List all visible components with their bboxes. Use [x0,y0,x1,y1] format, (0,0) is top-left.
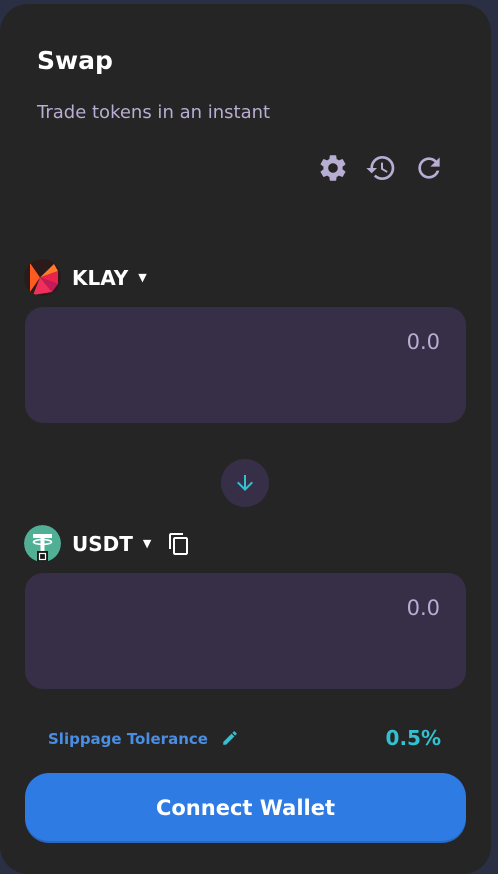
copy-icon[interactable] [167,532,191,556]
page-subtitle: Trade tokens in an instant [37,102,271,123]
from-amount-input[interactable] [138,329,442,355]
refresh-icon [418,157,440,179]
history-button[interactable] [362,151,400,185]
gear-icon [320,155,346,181]
history-icon [366,156,395,181]
page-title: Swap [37,46,113,75]
slippage-value: 0.5% [385,726,441,750]
slippage-label: Slippage Tolerance [48,730,208,748]
connect-wallet-button[interactable]: Connect Wallet [25,773,466,843]
arrow-down-icon [237,475,253,491]
swap-toolbar [314,151,448,185]
to-amount-input[interactable] [138,595,442,621]
settings-button[interactable] [314,151,352,185]
chevron-down-icon[interactable]: ▼ [143,537,151,550]
pencil-icon[interactable] [221,729,239,747]
from-token-symbol: KLAY [72,265,129,290]
from-amount-box [25,307,466,423]
switch-tokens-button[interactable] [221,459,269,507]
refresh-button[interactable] [410,151,448,185]
from-token-selector[interactable]: KLAY ▼ [24,259,147,296]
chevron-down-icon[interactable]: ▼ [138,271,146,284]
klay-token-icon [24,259,61,296]
usdt-token-icon [24,525,61,562]
to-token-selector[interactable]: USDT ▼ [24,525,191,562]
to-amount-box [25,573,466,689]
to-token-symbol: USDT [72,531,133,556]
